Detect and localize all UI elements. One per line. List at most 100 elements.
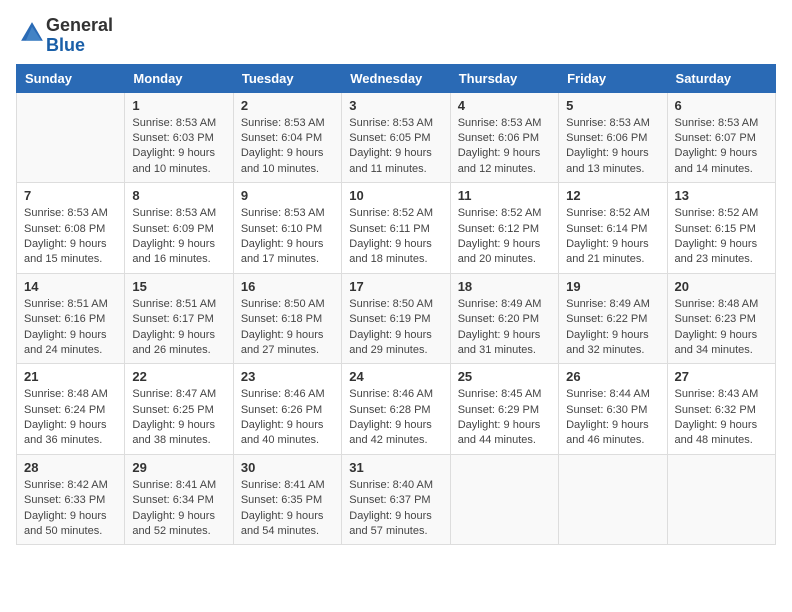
calendar-cell: 16 Sunrise: 8:50 AMSunset: 6:18 PMDayligh… [233,273,341,364]
day-info: Sunrise: 8:53 AMSunset: 6:06 PMDaylight:… [566,116,659,178]
calendar-cell: 25 Sunrise: 8:45 AMSunset: 6:29 PMDayligh… [450,364,558,455]
day-number: 21 [24,369,117,384]
day-info: Sunrise: 8:45 AMSunset: 6:29 PMDaylight:… [458,387,551,449]
day-info: Sunrise: 8:46 AMSunset: 6:26 PMDaylight:… [241,387,334,449]
calendar-cell: 13 Sunrise: 8:52 AMSunset: 6:15 PMDayligh… [667,183,775,274]
calendar-cell [17,92,125,183]
day-number: 10 [349,188,442,203]
day-number: 12 [566,188,659,203]
day-info: Sunrise: 8:52 AMSunset: 6:14 PMDaylight:… [566,206,659,268]
day-number: 23 [241,369,334,384]
calendar-cell [450,454,558,545]
day-info: Sunrise: 8:48 AMSunset: 6:23 PMDaylight:… [675,297,768,359]
day-info: Sunrise: 8:41 AMSunset: 6:35 PMDaylight:… [241,478,334,540]
day-number: 1 [132,98,225,113]
calendar-cell: 28Sunrise: 8:42 AMSunset: 6:33 PMDayligh… [17,454,125,545]
calendar-cell: 31 Sunrise: 8:40 AMSunset: 6:37 PMDayligh… [342,454,450,545]
day-info: Sunrise: 8:53 AMSunset: 6:04 PMDaylight:… [241,116,334,178]
calendar-cell: 29 Sunrise: 8:41 AMSunset: 6:34 PMDayligh… [125,454,233,545]
calendar-header-row: SundayMondayTuesdayWednesdayThursdayFrid… [17,64,776,92]
day-info: Sunrise: 8:52 AMSunset: 6:12 PMDaylight:… [458,206,551,268]
calendar-cell: 23 Sunrise: 8:46 AMSunset: 6:26 PMDayligh… [233,364,341,455]
calendar-week-2: 7 Sunrise: 8:53 AMSunset: 6:08 PMDaylight… [17,183,776,274]
calendar-cell [559,454,667,545]
day-number: 11 [458,188,551,203]
calendar-body: 1 Sunrise: 8:53 AMSunset: 6:03 PMDaylight… [17,92,776,545]
day-number: 29 [132,460,225,475]
day-info: Sunrise: 8:51 AMSunset: 6:17 PMDaylight:… [132,297,225,359]
day-info: Sunrise: 8:51 AMSunset: 6:16 PMDaylight:… [24,297,117,359]
day-info: Sunrise: 8:46 AMSunset: 6:28 PMDaylight:… [349,387,442,449]
calendar-cell: 6 Sunrise: 8:53 AMSunset: 6:07 PMDaylight… [667,92,775,183]
column-header-sunday: Sunday [17,64,125,92]
day-number: 14 [24,279,117,294]
calendar-cell: 12 Sunrise: 8:52 AMSunset: 6:14 PMDayligh… [559,183,667,274]
calendar-cell: 9 Sunrise: 8:53 AMSunset: 6:10 PMDaylight… [233,183,341,274]
day-number: 20 [675,279,768,294]
day-number: 26 [566,369,659,384]
day-number: 6 [675,98,768,113]
calendar-cell: 22 Sunrise: 8:47 AMSunset: 6:25 PMDayligh… [125,364,233,455]
day-info: Sunrise: 8:53 AMSunset: 6:03 PMDaylight:… [132,116,225,178]
day-info: Sunrise: 8:53 AMSunset: 6:07 PMDaylight:… [675,116,768,178]
column-header-monday: Monday [125,64,233,92]
day-info: Sunrise: 8:53 AMSunset: 6:09 PMDaylight:… [132,206,225,268]
day-number: 18 [458,279,551,294]
page-header: GeneralBlue [16,16,776,56]
calendar-cell: 1 Sunrise: 8:53 AMSunset: 6:03 PMDaylight… [125,92,233,183]
calendar-cell: 14 Sunrise: 8:51 AMSunset: 6:16 PMDayligh… [17,273,125,364]
day-number: 27 [675,369,768,384]
day-info: Sunrise: 8:53 AMSunset: 6:08 PMDaylight:… [24,206,117,268]
day-number: 25 [458,369,551,384]
day-info: Sunrise: 8:50 AMSunset: 6:19 PMDaylight:… [349,297,442,359]
calendar-cell: 17Sunrise: 8:50 AMSunset: 6:19 PMDayligh… [342,273,450,364]
day-number: 16 [241,279,334,294]
column-header-saturday: Saturday [667,64,775,92]
calendar-cell: 24 Sunrise: 8:46 AMSunset: 6:28 PMDayligh… [342,364,450,455]
day-number: 7 [24,188,117,203]
day-number: 31 [349,460,442,475]
day-number: 19 [566,279,659,294]
calendar-week-5: 28Sunrise: 8:42 AMSunset: 6:33 PMDayligh… [17,454,776,545]
calendar-cell: 3 Sunrise: 8:53 AMSunset: 6:05 PMDaylight… [342,92,450,183]
day-number: 13 [675,188,768,203]
day-number: 8 [132,188,225,203]
calendar-cell: 15 Sunrise: 8:51 AMSunset: 6:17 PMDayligh… [125,273,233,364]
day-info: Sunrise: 8:44 AMSunset: 6:30 PMDaylight:… [566,387,659,449]
day-info: Sunrise: 8:49 AMSunset: 6:22 PMDaylight:… [566,297,659,359]
day-info: Sunrise: 8:49 AMSunset: 6:20 PMDaylight:… [458,297,551,359]
day-number: 30 [241,460,334,475]
day-number: 15 [132,279,225,294]
calendar-cell: 20 Sunrise: 8:48 AMSunset: 6:23 PMDayligh… [667,273,775,364]
calendar-cell: 26 Sunrise: 8:44 AMSunset: 6:30 PMDayligh… [559,364,667,455]
column-header-thursday: Thursday [450,64,558,92]
calendar-cell [667,454,775,545]
calendar-cell: 18 Sunrise: 8:49 AMSunset: 6:20 PMDayligh… [450,273,558,364]
calendar-week-4: 21Sunrise: 8:48 AMSunset: 6:24 PMDayligh… [17,364,776,455]
day-info: Sunrise: 8:53 AMSunset: 6:05 PMDaylight:… [349,116,442,178]
calendar-cell: 11 Sunrise: 8:52 AMSunset: 6:12 PMDayligh… [450,183,558,274]
day-number: 9 [241,188,334,203]
day-info: Sunrise: 8:42 AMSunset: 6:33 PMDaylight:… [24,478,117,540]
day-info: Sunrise: 8:43 AMSunset: 6:32 PMDaylight:… [675,387,768,449]
day-info: Sunrise: 8:52 AMSunset: 6:15 PMDaylight:… [675,206,768,268]
day-number: 24 [349,369,442,384]
calendar-cell: 4Sunrise: 8:53 AMSunset: 6:06 PMDaylight… [450,92,558,183]
calendar-cell: 10Sunrise: 8:52 AMSunset: 6:11 PMDayligh… [342,183,450,274]
column-header-wednesday: Wednesday [342,64,450,92]
calendar-cell: 27 Sunrise: 8:43 AMSunset: 6:32 PMDayligh… [667,364,775,455]
day-number: 4 [458,98,551,113]
day-number: 22 [132,369,225,384]
logo: GeneralBlue [16,16,113,56]
day-info: Sunrise: 8:53 AMSunset: 6:10 PMDaylight:… [241,206,334,268]
day-number: 2 [241,98,334,113]
column-header-friday: Friday [559,64,667,92]
column-header-tuesday: Tuesday [233,64,341,92]
day-info: Sunrise: 8:50 AMSunset: 6:18 PMDaylight:… [241,297,334,359]
day-info: Sunrise: 8:47 AMSunset: 6:25 PMDaylight:… [132,387,225,449]
calendar-cell: 8 Sunrise: 8:53 AMSunset: 6:09 PMDaylight… [125,183,233,274]
day-info: Sunrise: 8:40 AMSunset: 6:37 PMDaylight:… [349,478,442,540]
day-info: Sunrise: 8:41 AMSunset: 6:34 PMDaylight:… [132,478,225,540]
calendar-week-1: 1 Sunrise: 8:53 AMSunset: 6:03 PMDaylight… [17,92,776,183]
day-number: 3 [349,98,442,113]
